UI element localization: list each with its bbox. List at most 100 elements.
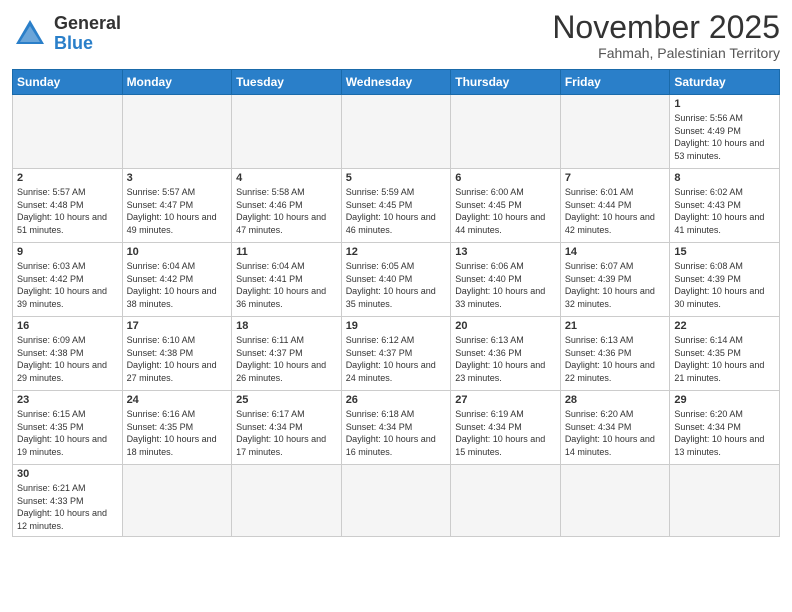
- day-info: Sunrise: 6:13 AM Sunset: 4:36 PM Dayligh…: [455, 334, 556, 384]
- day-info: Sunrise: 6:00 AM Sunset: 4:45 PM Dayligh…: [455, 186, 556, 236]
- header: General Blue November 2025 Fahmah, Pales…: [12, 10, 780, 61]
- day-cell: 27 Sunrise: 6:19 AM Sunset: 4:34 PM Dayli…: [451, 391, 561, 465]
- day-number: 10: [127, 246, 228, 258]
- week-row-1: 1Sunrise: 5:56 AM Sunset: 4:49 PM Daylig…: [13, 95, 780, 169]
- logo: General Blue: [12, 14, 121, 54]
- day-info: Sunrise: 6:14 AM Sunset: 4:35 PM Dayligh…: [674, 334, 775, 384]
- day-info: Sunrise: 6:05 AM Sunset: 4:40 PM Dayligh…: [346, 260, 447, 310]
- day-info: Sunrise: 6:15 AM Sunset: 4:35 PM Dayligh…: [17, 408, 118, 458]
- day-cell: 10 Sunrise: 6:04 AM Sunset: 4:42 PM Dayli…: [122, 243, 232, 317]
- logo-text: General Blue: [54, 14, 121, 54]
- day-number: 17: [127, 320, 228, 332]
- day-cell: 5Sunrise: 5:59 AM Sunset: 4:45 PM Daylig…: [341, 169, 451, 243]
- day-number: 28: [565, 394, 666, 406]
- day-info: Sunrise: 5:56 AM Sunset: 4:49 PM Dayligh…: [674, 112, 775, 162]
- logo-icon: [12, 16, 48, 52]
- week-row-5: 23 Sunrise: 6:15 AM Sunset: 4:35 PM Dayli…: [13, 391, 780, 465]
- day-number: 15: [674, 246, 775, 258]
- day-cell: 23 Sunrise: 6:15 AM Sunset: 4:35 PM Dayli…: [13, 391, 123, 465]
- day-number: 24: [127, 394, 228, 406]
- day-info: Sunrise: 6:08 AM Sunset: 4:39 PM Dayligh…: [674, 260, 775, 310]
- week-row-4: 16Sunrise: 6:09 AM Sunset: 4:38 PM Dayli…: [13, 317, 780, 391]
- weekday-friday: Friday: [560, 70, 670, 95]
- day-cell: [341, 465, 451, 536]
- day-cell: 12 Sunrise: 6:05 AM Sunset: 4:40 PM Dayli…: [341, 243, 451, 317]
- day-number: 11: [236, 246, 337, 258]
- day-info: Sunrise: 6:16 AM Sunset: 4:35 PM Dayligh…: [127, 408, 228, 458]
- day-number: 8: [674, 172, 775, 184]
- day-cell: 13Sunrise: 6:06 AM Sunset: 4:40 PM Dayli…: [451, 243, 561, 317]
- day-cell: [122, 95, 232, 169]
- weekday-saturday: Saturday: [670, 70, 780, 95]
- day-number: 19: [346, 320, 447, 332]
- day-info: Sunrise: 6:04 AM Sunset: 4:42 PM Dayligh…: [127, 260, 228, 310]
- weekday-monday: Monday: [122, 70, 232, 95]
- day-info: Sunrise: 6:18 AM Sunset: 4:34 PM Dayligh…: [346, 408, 447, 458]
- day-cell: [451, 95, 561, 169]
- day-cell: 26 Sunrise: 6:18 AM Sunset: 4:34 PM Dayli…: [341, 391, 451, 465]
- day-number: 27: [455, 394, 556, 406]
- day-number: 23: [17, 394, 118, 406]
- day-cell: 14Sunrise: 6:07 AM Sunset: 4:39 PM Dayli…: [560, 243, 670, 317]
- day-info: Sunrise: 6:07 AM Sunset: 4:39 PM Dayligh…: [565, 260, 666, 310]
- day-info: Sunrise: 5:58 AM Sunset: 4:46 PM Dayligh…: [236, 186, 337, 236]
- day-info: Sunrise: 6:20 AM Sunset: 4:34 PM Dayligh…: [565, 408, 666, 458]
- day-info: Sunrise: 6:19 AM Sunset: 4:34 PM Dayligh…: [455, 408, 556, 458]
- weekday-sunday: Sunday: [13, 70, 123, 95]
- day-cell: [560, 465, 670, 536]
- day-cell: 9Sunrise: 6:03 AM Sunset: 4:42 PM Daylig…: [13, 243, 123, 317]
- day-info: Sunrise: 6:11 AM Sunset: 4:37 PM Dayligh…: [236, 334, 337, 384]
- day-number: 3: [127, 172, 228, 184]
- day-info: Sunrise: 6:03 AM Sunset: 4:42 PM Dayligh…: [17, 260, 118, 310]
- day-cell: 25 Sunrise: 6:17 AM Sunset: 4:34 PM Dayli…: [232, 391, 342, 465]
- day-info: Sunrise: 6:06 AM Sunset: 4:40 PM Dayligh…: [455, 260, 556, 310]
- month-title: November 2025: [552, 10, 780, 45]
- calendar-table: SundayMondayTuesdayWednesdayThursdayFrid…: [12, 69, 780, 536]
- day-info: Sunrise: 6:17 AM Sunset: 4:34 PM Dayligh…: [236, 408, 337, 458]
- day-info: Sunrise: 5:57 AM Sunset: 4:47 PM Dayligh…: [127, 186, 228, 236]
- day-cell: 4 Sunrise: 5:58 AM Sunset: 4:46 PM Daylig…: [232, 169, 342, 243]
- day-info: Sunrise: 5:57 AM Sunset: 4:48 PM Dayligh…: [17, 186, 118, 236]
- weekday-thursday: Thursday: [451, 70, 561, 95]
- day-cell: 29Sunrise: 6:20 AM Sunset: 4:34 PM Dayli…: [670, 391, 780, 465]
- day-cell: [560, 95, 670, 169]
- day-cell: 28 Sunrise: 6:20 AM Sunset: 4:34 PM Dayli…: [560, 391, 670, 465]
- page: General Blue November 2025 Fahmah, Pales…: [0, 0, 792, 612]
- day-info: Sunrise: 6:04 AM Sunset: 4:41 PM Dayligh…: [236, 260, 337, 310]
- day-number: 7: [565, 172, 666, 184]
- day-info: Sunrise: 6:21 AM Sunset: 4:33 PM Dayligh…: [17, 482, 118, 532]
- logo-general: General: [54, 14, 121, 34]
- day-cell: 2Sunrise: 5:57 AM Sunset: 4:48 PM Daylig…: [13, 169, 123, 243]
- day-cell: 22Sunrise: 6:14 AM Sunset: 4:35 PM Dayli…: [670, 317, 780, 391]
- day-info: Sunrise: 6:20 AM Sunset: 4:34 PM Dayligh…: [674, 408, 775, 458]
- title-area: November 2025 Fahmah, Palestinian Territ…: [552, 10, 780, 61]
- day-number: 20: [455, 320, 556, 332]
- day-number: 30: [17, 468, 118, 480]
- day-info: Sunrise: 6:10 AM Sunset: 4:38 PM Dayligh…: [127, 334, 228, 384]
- day-cell: 15 Sunrise: 6:08 AM Sunset: 4:39 PM Dayli…: [670, 243, 780, 317]
- day-number: 16: [17, 320, 118, 332]
- day-cell: [122, 465, 232, 536]
- day-cell: 1Sunrise: 5:56 AM Sunset: 4:49 PM Daylig…: [670, 95, 780, 169]
- day-cell: 19 Sunrise: 6:12 AM Sunset: 4:37 PM Dayli…: [341, 317, 451, 391]
- day-cell: 8 Sunrise: 6:02 AM Sunset: 4:43 PM Daylig…: [670, 169, 780, 243]
- day-cell: 11 Sunrise: 6:04 AM Sunset: 4:41 PM Dayli…: [232, 243, 342, 317]
- weekday-header-row: SundayMondayTuesdayWednesdayThursdayFrid…: [13, 70, 780, 95]
- weekday-wednesday: Wednesday: [341, 70, 451, 95]
- logo-blue: Blue: [54, 34, 121, 54]
- day-number: 25: [236, 394, 337, 406]
- day-info: Sunrise: 6:02 AM Sunset: 4:43 PM Dayligh…: [674, 186, 775, 236]
- day-number: 12: [346, 246, 447, 258]
- day-info: Sunrise: 6:01 AM Sunset: 4:44 PM Dayligh…: [565, 186, 666, 236]
- day-number: 18: [236, 320, 337, 332]
- weekday-tuesday: Tuesday: [232, 70, 342, 95]
- week-row-6: 30 Sunrise: 6:21 AM Sunset: 4:33 PM Dayli…: [13, 465, 780, 536]
- week-row-3: 9Sunrise: 6:03 AM Sunset: 4:42 PM Daylig…: [13, 243, 780, 317]
- day-info: Sunrise: 6:12 AM Sunset: 4:37 PM Dayligh…: [346, 334, 447, 384]
- day-cell: [341, 95, 451, 169]
- day-number: 26: [346, 394, 447, 406]
- day-number: 4: [236, 172, 337, 184]
- day-cell: 3 Sunrise: 5:57 AM Sunset: 4:47 PM Daylig…: [122, 169, 232, 243]
- day-info: Sunrise: 6:13 AM Sunset: 4:36 PM Dayligh…: [565, 334, 666, 384]
- day-number: 5: [346, 172, 447, 184]
